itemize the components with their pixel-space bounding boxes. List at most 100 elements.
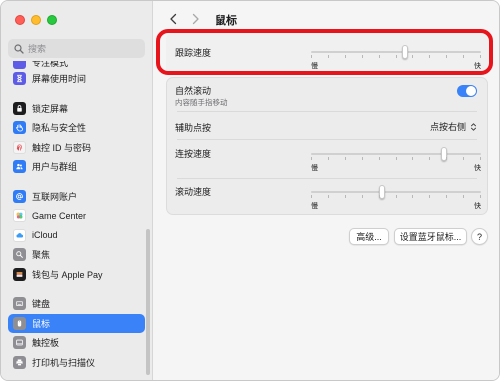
sidebar-item-touch-id[interactable]: 触控 ID 与密码 xyxy=(8,138,145,158)
tracking-speed-slider[interactable]: 慢 快 xyxy=(311,45,481,70)
slider-tick xyxy=(463,55,464,58)
slider-tick xyxy=(463,157,464,160)
search-field[interactable] xyxy=(8,39,145,58)
sidebar-item-label: 屏幕使用时间 xyxy=(32,74,87,85)
slider-tick xyxy=(362,157,363,160)
sidebar-scrollbar[interactable] xyxy=(146,229,150,375)
chevron-right-icon xyxy=(192,13,199,25)
double-click-speed-label: 连按速度 xyxy=(175,149,212,159)
moon-icon xyxy=(13,61,26,69)
mouse-icon xyxy=(13,316,26,330)
game-center-icon xyxy=(13,209,26,223)
main-panel: 鼠标 跟踪速度 慢 快 自然滚动 内容随手指移动 辅助点按 点按右侧 连按速度 … xyxy=(153,1,499,380)
slider-knob[interactable] xyxy=(402,45,408,59)
slider-tick xyxy=(311,195,312,198)
at-icon xyxy=(13,189,26,203)
users-icon xyxy=(13,160,26,174)
sidebar-item-label: 锁定屏幕 xyxy=(32,103,69,114)
close-window-button[interactable] xyxy=(15,15,25,25)
sidebar-item-privacy-security[interactable]: 隐私与安全性 xyxy=(8,118,145,138)
traffic-lights xyxy=(15,15,57,25)
minimize-window-button[interactable] xyxy=(31,15,41,25)
slider-min-label: 慢 xyxy=(311,63,318,70)
slider-tick xyxy=(480,55,481,58)
slider-tick xyxy=(379,195,380,198)
slider-tick xyxy=(396,157,397,160)
back-button[interactable] xyxy=(165,11,181,27)
sidebar-item-trackpad[interactable]: 触控板 xyxy=(8,333,145,353)
sidebar-item-label: 触控 ID 与密码 xyxy=(32,142,92,153)
natural-scroll-label: 自然滚动 xyxy=(175,86,212,96)
sidebar-item-spotlight[interactable]: 聚焦 xyxy=(8,245,145,265)
secondary-click-value: 点按右侧 xyxy=(429,122,466,132)
settings-window: 专注模式 屏幕使用时间 锁定屏幕 隐私与安全性 xyxy=(0,0,500,381)
slider-tick xyxy=(463,195,464,198)
sidebar-item-keyboard[interactable]: 键盘 xyxy=(8,294,145,314)
sidebar-item-wallet[interactable]: 钱包与 Apple Pay xyxy=(8,265,145,285)
slider-tick xyxy=(328,157,329,160)
sidebar-item-label: 键盘 xyxy=(32,299,51,310)
fingerprint-icon xyxy=(13,140,26,154)
sidebar-item-users-groups[interactable]: 用户与群组 xyxy=(8,157,145,177)
trackpad-icon xyxy=(13,336,26,350)
slider-tick xyxy=(311,55,312,58)
printer-icon xyxy=(13,355,26,369)
spotlight-icon xyxy=(13,248,26,262)
slider-tick xyxy=(362,195,363,198)
slider-tick xyxy=(379,55,380,58)
slider-tick xyxy=(429,55,430,58)
sidebar-item-label: 打印机与扫描仪 xyxy=(32,357,96,368)
sidebar-item-label: 钱包与 Apple Pay xyxy=(32,269,103,280)
slider-max-label: 快 xyxy=(474,165,481,172)
slider-track xyxy=(311,153,481,155)
search-input[interactable] xyxy=(28,43,138,54)
advanced-button[interactable]: 高级... xyxy=(349,228,389,245)
slider-tick xyxy=(396,195,397,198)
slider-tick xyxy=(311,157,312,160)
wallet-icon xyxy=(13,267,26,281)
slider-tick xyxy=(412,55,413,58)
forward-button[interactable] xyxy=(187,11,203,27)
secondary-click-select[interactable]: 点按右侧 xyxy=(430,120,478,133)
tracking-speed-group: 跟踪速度 慢 快 xyxy=(166,33,488,75)
slider-tick xyxy=(379,157,380,160)
sidebar-item-label: Game Center xyxy=(32,210,87,221)
sidebar-item-screen-time[interactable]: 屏幕使用时间 xyxy=(8,69,145,89)
mouse-settings-group: 自然滚动 内容随手指移动 辅助点按 点按右侧 连按速度 慢 快 滚动速度 慢 快 xyxy=(166,77,488,215)
setup-bluetooth-mouse-button[interactable]: 设置蓝牙鼠标... xyxy=(394,228,467,245)
slider-tick xyxy=(446,157,447,160)
sidebar-item-label: 隐私与安全性 xyxy=(32,123,87,134)
sidebar-item-lock-screen[interactable]: 锁定屏幕 xyxy=(8,99,145,119)
page-title: 鼠标 xyxy=(215,15,237,27)
natural-scroll-toggle[interactable] xyxy=(457,85,477,97)
help-button[interactable]: ? xyxy=(471,228,488,245)
sidebar-list: 专注模式 屏幕使用时间 锁定屏幕 隐私与安全性 触控 ID 与密码 用户与群组 … xyxy=(8,61,145,380)
slider-tick xyxy=(412,195,413,198)
sidebar-item-focus[interactable]: 专注模式 xyxy=(8,61,145,69)
slider-tick xyxy=(328,55,329,58)
sidebar-item-label: 鼠标 xyxy=(32,318,51,329)
sidebar-item-internet-accounts[interactable]: 互联网账户 xyxy=(8,187,145,207)
sidebar-item-printers-scanners[interactable]: 打印机与扫描仪 xyxy=(8,353,145,373)
double-click-speed-slider[interactable]: 慢 快 xyxy=(311,147,481,172)
slider-track xyxy=(311,191,481,193)
slider-tick xyxy=(345,195,346,198)
divider xyxy=(177,178,477,179)
lock-icon xyxy=(13,101,26,115)
sidebar-item-icloud[interactable]: iCloud xyxy=(8,226,145,246)
slider-track xyxy=(311,51,481,53)
maximize-window-button[interactable] xyxy=(47,15,57,25)
keyboard-icon xyxy=(13,297,26,311)
sidebar-scrollbar-thumb[interactable] xyxy=(146,229,150,375)
slider-tick xyxy=(362,55,363,58)
sidebar-item-game-center[interactable]: Game Center xyxy=(8,206,145,226)
hand-icon xyxy=(13,121,26,135)
slider-tick xyxy=(345,55,346,58)
slider-tick xyxy=(480,157,481,160)
hourglass-icon xyxy=(13,72,26,86)
toolbar: 鼠标 xyxy=(153,1,499,37)
sidebar-item-mouse[interactable]: 鼠标 xyxy=(8,313,145,333)
secondary-click-label: 辅助点按 xyxy=(175,123,212,133)
scroll-speed-slider[interactable]: 慢 快 xyxy=(311,185,481,210)
slider-max-label: 快 xyxy=(474,63,481,70)
